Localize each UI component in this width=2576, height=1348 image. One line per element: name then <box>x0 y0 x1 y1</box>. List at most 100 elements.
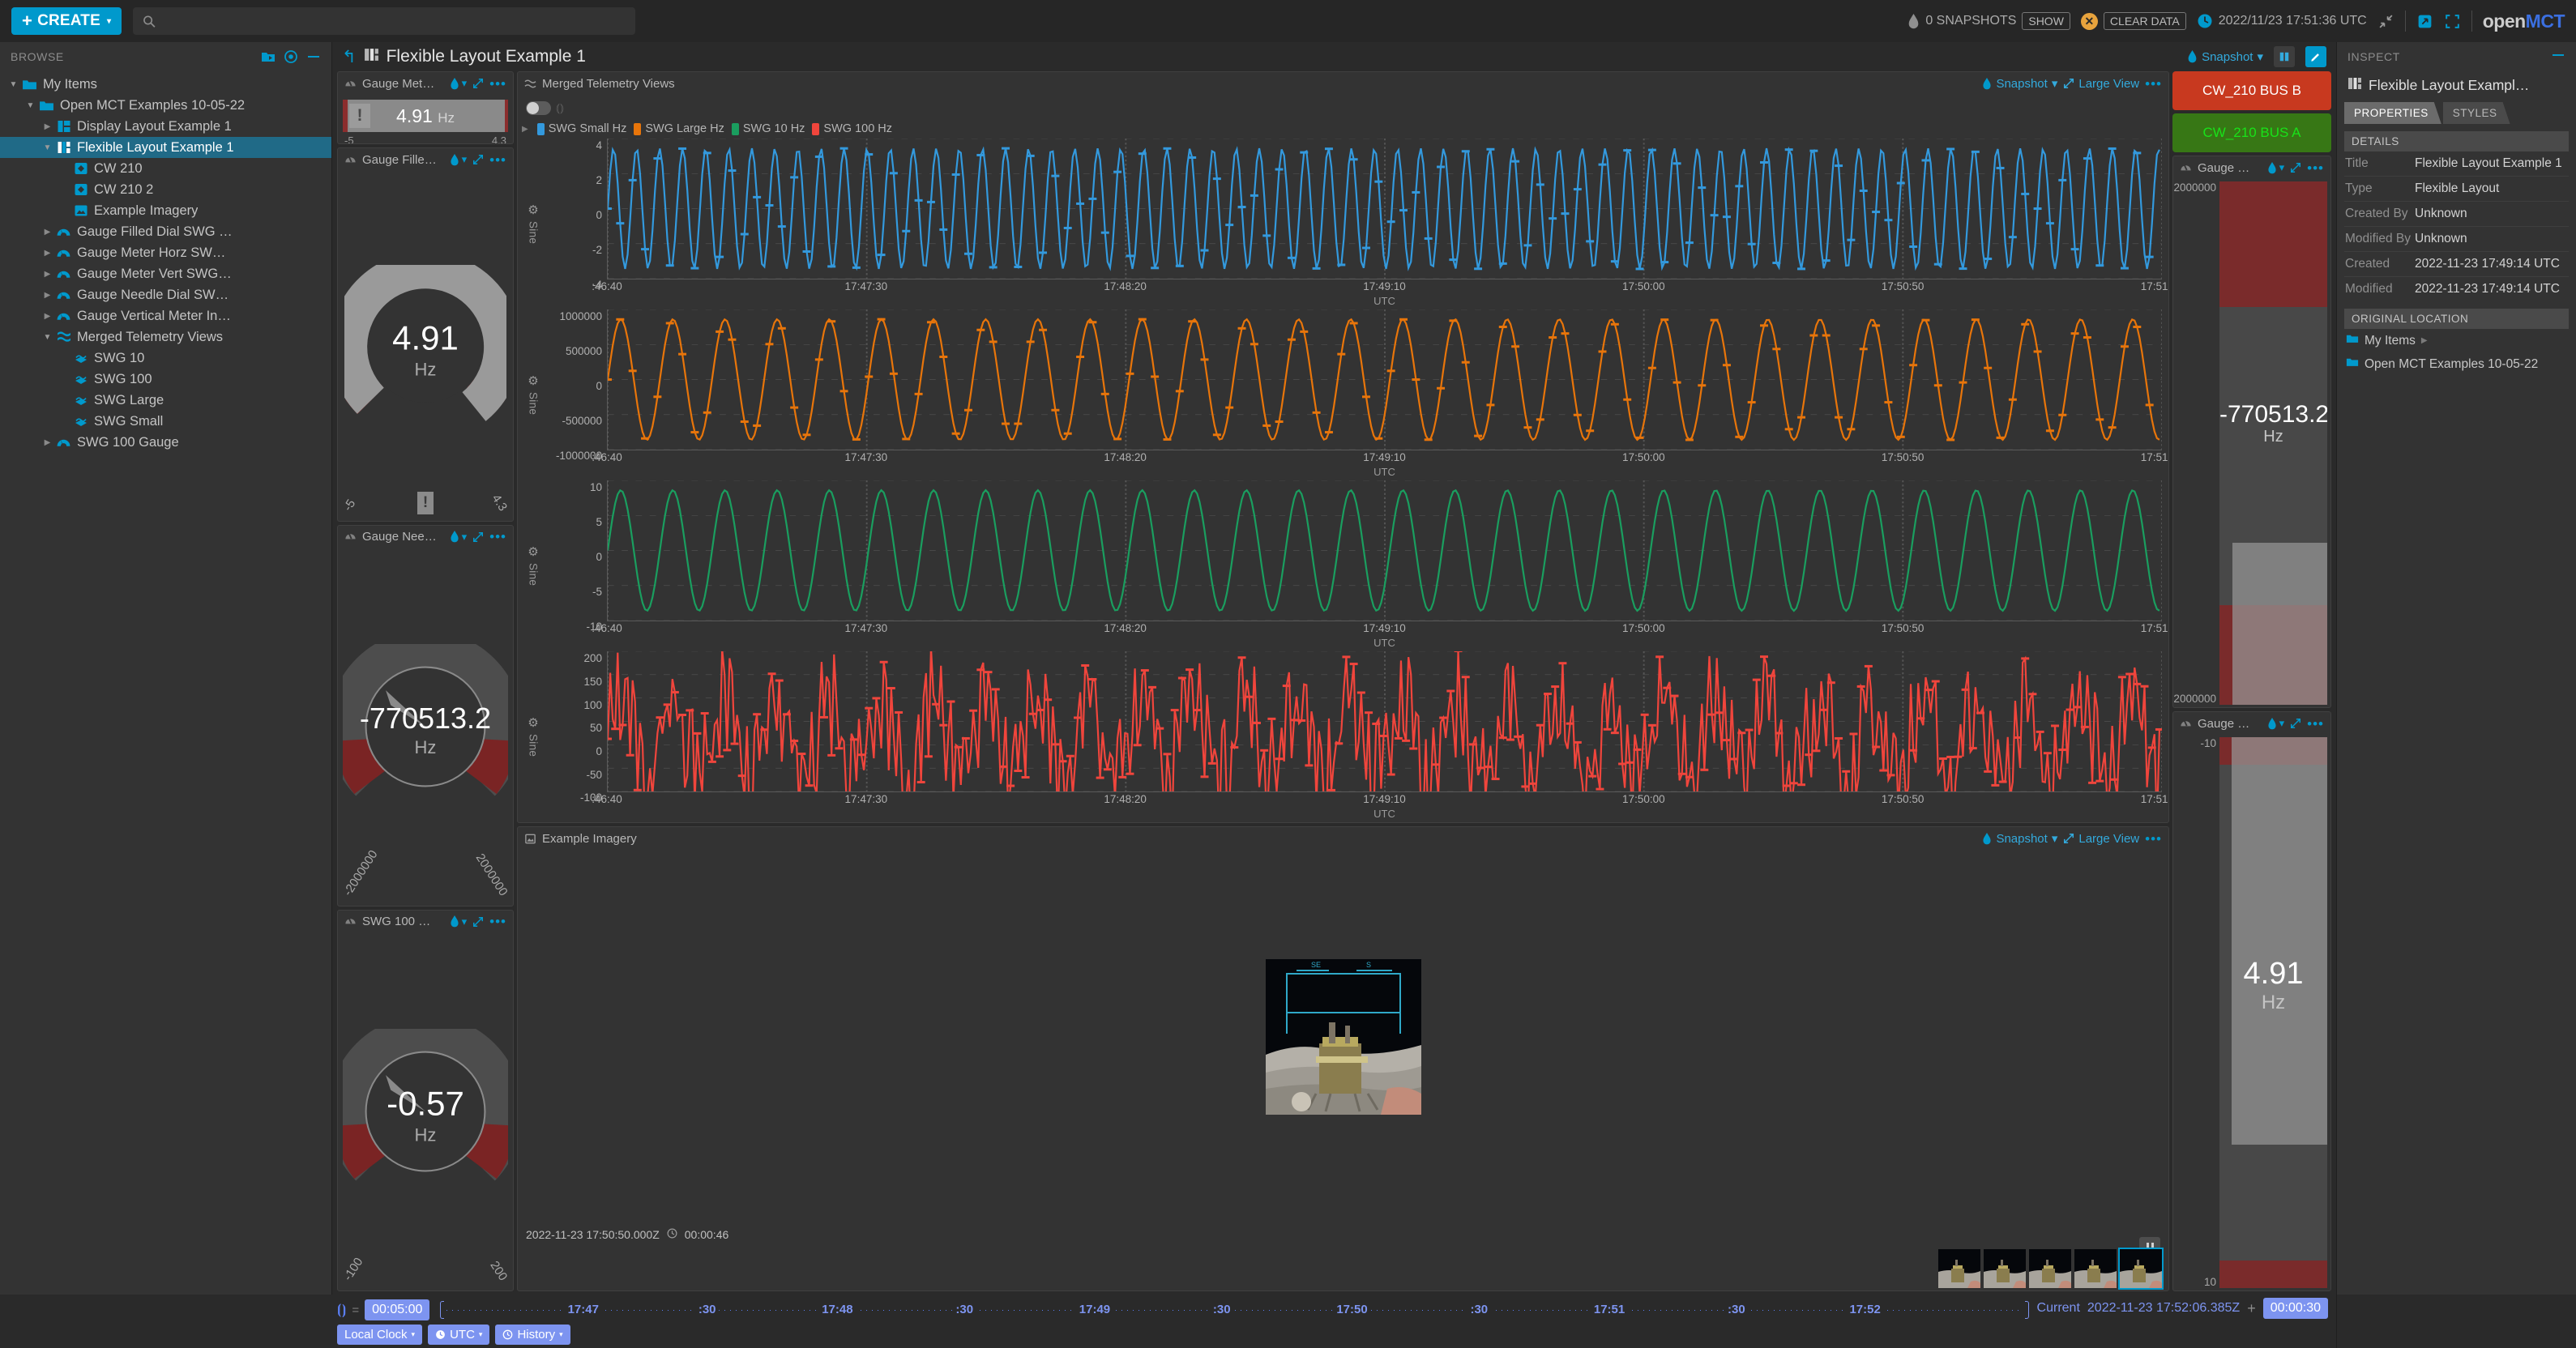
tree-item[interactable]: ▶ Gauge Meter Vert SWG… <box>0 263 331 284</box>
bus-indicator-a[interactable]: CW_210 BUS A <box>2172 113 2331 152</box>
thumbnail[interactable] <box>2074 1249 2117 1288</box>
tree-twisty-icon[interactable]: ▶ <box>41 270 54 279</box>
timezone-button[interactable]: UTC ▾ <box>428 1324 490 1345</box>
tree-item[interactable]: SWG 100 <box>0 369 331 390</box>
telemetry-plot[interactable]: ⚙ Sine 1000000 500000 0 -500000 -1000000 :46… <box>518 309 2168 480</box>
tree-item[interactable]: ▶ Gauge Vertical Meter In… <box>0 305 331 326</box>
tree-item[interactable]: CW 210 2 <box>0 179 331 200</box>
tree-twisty-icon[interactable]: ▶ <box>41 228 54 237</box>
tree-item[interactable]: Example Imagery <box>0 200 331 221</box>
time-mode-icon[interactable]: ⦗⦘ <box>337 1302 346 1318</box>
large-view-button[interactable]: Large View <box>2063 832 2139 846</box>
snapshot-button[interactable]: ▾ <box>2267 717 2284 730</box>
more-options-icon[interactable]: ••• <box>2307 161 2324 175</box>
expand-icon[interactable] <box>2290 718 2301 729</box>
end-offset-input[interactable]: 00:00:30 <box>2262 1298 2328 1319</box>
collapse-panes-icon[interactable] <box>2377 13 2394 30</box>
inspector-tab[interactable]: STYLES <box>2443 102 2510 124</box>
open-in-new-tab-icon[interactable] <box>2416 13 2433 30</box>
tree-item[interactable]: ▶ Display Layout Example 1 <box>0 116 331 137</box>
show-snapshots-button[interactable]: SHOW <box>2022 12 2070 30</box>
snapshot-button[interactable]: Snapshot ▾ <box>2187 49 2263 64</box>
clear-data-button[interactable]: CLEAR DATA <box>2103 12 2186 30</box>
snapshot-button[interactable]: ▾ <box>450 915 467 928</box>
cursor-guides-icon[interactable]: ⦅⦆ <box>556 101 564 115</box>
expand-icon[interactable] <box>472 916 484 928</box>
new-folder-icon[interactable] <box>261 49 276 64</box>
start-offset-input[interactable]: 00:05:00 <box>365 1299 430 1320</box>
more-options-icon[interactable]: ••• <box>489 77 506 91</box>
search-box[interactable] <box>133 7 636 35</box>
tree-twisty-icon[interactable]: ▼ <box>41 333 54 342</box>
tree-twisty-icon[interactable]: ▶ <box>41 312 54 321</box>
legend-item[interactable]: SWG 100 Hz <box>812 122 892 135</box>
snapshot-button[interactable]: Snapshot ▾ <box>1982 76 2057 91</box>
telemetry-plot[interactable]: ⚙ Sine 10 5 0 -5 -10 :46:40 17:47:30 17:48:20 1… <box>518 480 2168 651</box>
fullscreen-icon[interactable] <box>2444 13 2461 30</box>
sync-tree-icon[interactable] <box>284 49 298 64</box>
more-options-icon[interactable]: ••• <box>489 153 506 167</box>
tree-item[interactable]: ▼ My Items <box>0 74 331 95</box>
tree-twisty-icon[interactable]: ▼ <box>23 101 37 110</box>
tree-item[interactable]: ▶ Gauge Filled Dial SWG … <box>0 221 331 242</box>
legend-item[interactable]: SWG Small Hz <box>536 122 626 135</box>
object-tree[interactable]: ▼ My Items ▼ Open MCT Examples 10-05-22 ▶ Dis… <box>0 71 331 1295</box>
thumbnail[interactable] <box>2118 1248 2164 1290</box>
imagery-image[interactable]: SE S <box>1265 959 1421 1116</box>
inspector-tabs[interactable]: PROPERTIES STYLES <box>2337 102 2576 124</box>
tree-item[interactable]: SWG 10 <box>0 348 331 369</box>
more-options-icon[interactable]: ••• <box>489 915 506 928</box>
expand-icon[interactable] <box>472 531 484 543</box>
thumbnail[interactable] <box>1984 1249 2026 1288</box>
snapshot-button[interactable]: ▾ <box>450 531 467 544</box>
more-options-icon[interactable]: ••• <box>2307 717 2324 731</box>
expand-icon[interactable] <box>472 78 484 89</box>
plot-canvas[interactable] <box>607 139 2162 280</box>
tree-item[interactable]: ▼ Flexible Layout Example 1 <box>0 137 331 158</box>
synchronize-toggle[interactable] <box>526 100 551 115</box>
tree-item[interactable]: ▼ Open MCT Examples 10-05-22 <box>0 95 331 116</box>
snapshot-button[interactable]: ▾ <box>450 153 467 166</box>
more-options-icon[interactable]: ••• <box>489 530 506 544</box>
plot-canvas[interactable] <box>607 309 2162 451</box>
tree-item[interactable]: CW 210 <box>0 158 331 179</box>
gear-icon[interactable]: ⚙ <box>528 715 538 730</box>
thumbnail[interactable] <box>1938 1249 1980 1288</box>
tree-item[interactable]: SWG Large <box>0 390 331 411</box>
tree-twisty-icon[interactable]: ▶ <box>41 291 54 300</box>
tree-twisty-icon[interactable]: ▶ <box>41 249 54 258</box>
collapse-inspector-icon[interactable] <box>2551 48 2565 66</box>
tree-item[interactable]: ▶ Gauge Meter Horz SW… <box>0 242 331 263</box>
tree-twisty-icon[interactable]: ▼ <box>6 80 20 89</box>
history-button[interactable]: History ▾ <box>495 1324 570 1345</box>
edit-mode-button[interactable] <box>2305 46 2326 67</box>
more-options-icon[interactable]: ••• <box>2145 832 2162 846</box>
back-icon[interactable]: ↰ <box>342 49 357 66</box>
large-view-button[interactable]: Large View <box>2063 77 2139 91</box>
legend-item[interactable]: SWG Large Hz <box>634 122 724 135</box>
snapshot-button[interactable]: ▾ <box>450 77 467 90</box>
snapshot-button[interactable]: ▾ <box>2267 161 2284 174</box>
expand-icon[interactable] <box>472 154 484 165</box>
thumbnail-strip[interactable] <box>518 1245 2168 1290</box>
tree-twisty-icon[interactable]: ▼ <box>41 143 54 152</box>
telemetry-plot[interactable]: ⚙ Sine 4 2 0 -2 -4 :46:40 17:47:30 17:48:20 17:… <box>518 139 2168 309</box>
tree-twisty-icon[interactable]: ▶ <box>41 122 54 131</box>
tree-item[interactable]: SWG Small <box>0 411 331 432</box>
collapse-browse-icon[interactable] <box>306 49 321 64</box>
tree-item[interactable]: ▼ Merged Telemetry Views <box>0 326 331 348</box>
plot-canvas[interactable] <box>607 651 2162 793</box>
gear-icon[interactable]: ⚙ <box>528 373 538 388</box>
tree-item[interactable]: ▶ Gauge Needle Dial SW… <box>0 284 331 305</box>
bus-indicator-b[interactable]: CW_210 BUS B <box>2172 71 2331 110</box>
telemetry-plot[interactable]: ⚙ Sine 200 150 100 50 0 -50 -100 :46:40 17:47:3… <box>518 651 2168 822</box>
gear-icon[interactable]: ⚙ <box>528 544 538 559</box>
legend-item[interactable]: SWG 10 Hz <box>731 122 805 135</box>
inspector-tab[interactable]: PROPERTIES <box>2344 102 2441 124</box>
expand-icon[interactable] <box>2290 162 2301 173</box>
edit-properties-button[interactable] <box>2274 46 2295 67</box>
time-ruler[interactable]: 17:47:30 17:48:30 17:49:30 17:50:30 17:51:30… <box>440 1298 2029 1322</box>
tree-item[interactable]: ▶ SWG 100 Gauge <box>0 432 331 453</box>
clock-mode-button[interactable]: Local Clock ▾ <box>337 1324 423 1345</box>
plot-canvas[interactable] <box>607 480 2162 622</box>
